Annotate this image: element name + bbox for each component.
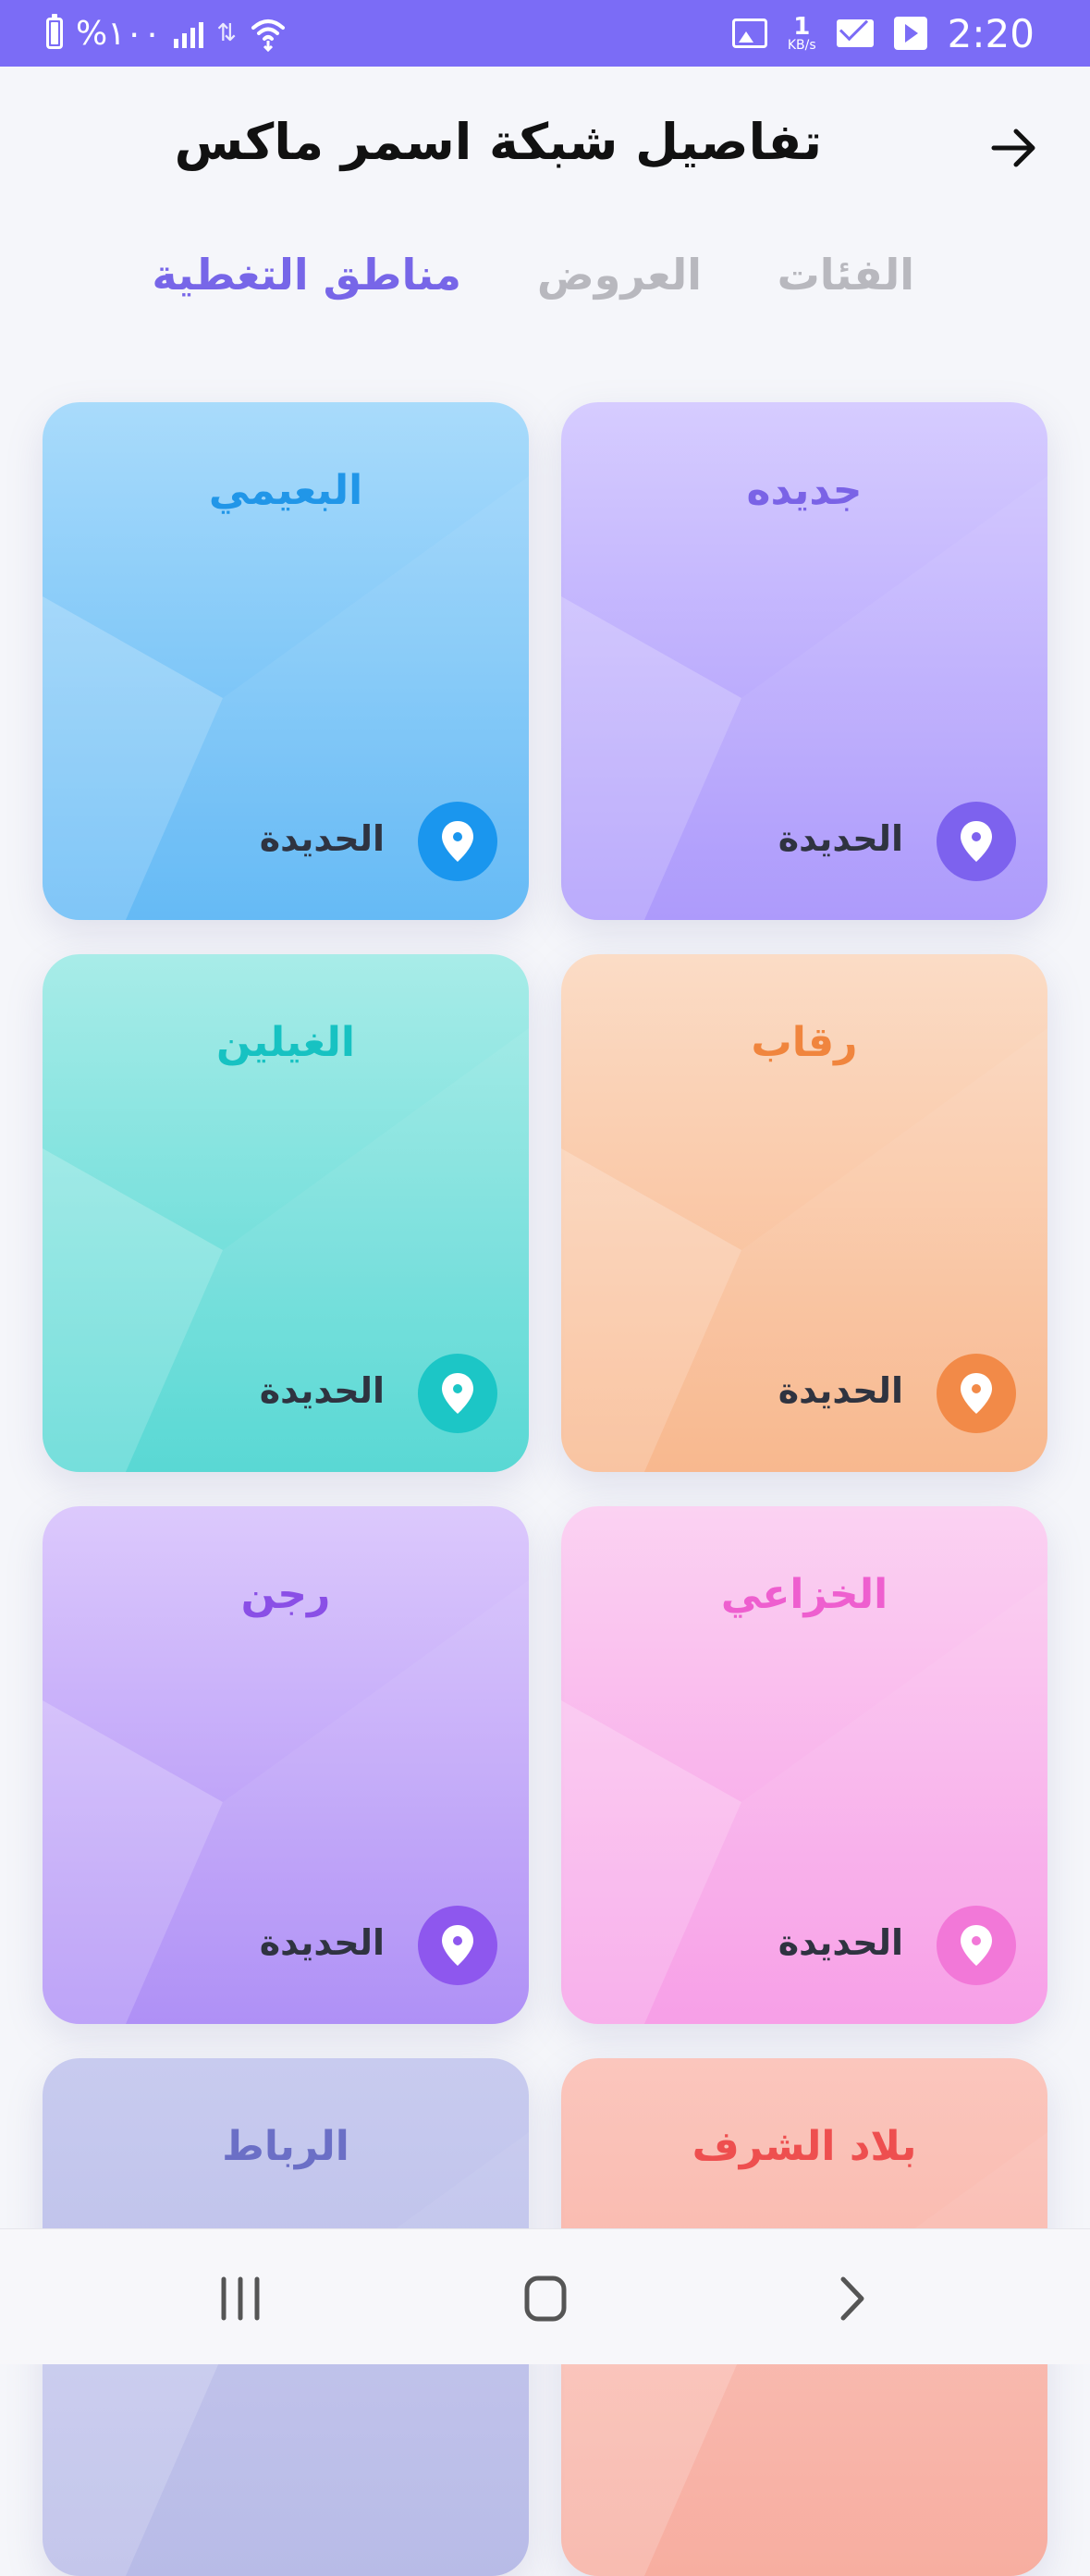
home-icon[interactable] — [508, 2266, 582, 2331]
location-pin-icon — [418, 802, 497, 881]
card-city: الحديدة — [778, 818, 903, 859]
location-pin-icon — [937, 1354, 1016, 1433]
card-city: الحديدة — [259, 1922, 385, 1963]
back-chevron-icon[interactable] — [814, 2266, 888, 2331]
card-title: الرباط — [222, 2123, 349, 2170]
card-title: رجن — [240, 1571, 331, 1618]
location-pin-icon — [937, 1906, 1016, 1985]
coverage-card[interactable]: البعيمي الحديدة — [43, 402, 529, 920]
location-pin-icon — [418, 1354, 497, 1433]
location-pin-icon — [937, 802, 1016, 881]
card-city: الحديدة — [778, 1922, 903, 1963]
card-title: الخزاعي — [720, 1571, 888, 1618]
coverage-card[interactable]: رقاب الحديدة — [561, 954, 1047, 1472]
card-title: جديده — [746, 467, 863, 514]
card-city: الحديدة — [778, 1370, 903, 1411]
coverage-card[interactable]: الغيلين الحديدة — [43, 954, 529, 1472]
coverage-card[interactable]: جديده الحديدة — [561, 402, 1047, 920]
coverage-card[interactable]: الخزاعي الحديدة — [561, 1506, 1047, 2024]
card-title: البعيمي — [208, 467, 363, 514]
navigation-bar — [0, 2228, 1090, 2364]
card-title: الغيلين — [216, 1019, 355, 1066]
location-pin-icon — [418, 1906, 497, 1985]
card-title: بلاد الشرف — [692, 2123, 917, 2170]
card-city: الحديدة — [259, 818, 385, 859]
coverage-grid: جديده الحديدة البعيمي الحديدة رقاب الحديدة الغ… — [0, 0, 1090, 2576]
card-city: الحديدة — [259, 1370, 385, 1411]
coverage-card[interactable]: رجن الحديدة — [43, 1506, 529, 2024]
card-title: رقاب — [751, 1019, 858, 1066]
recent-apps-icon[interactable] — [203, 2266, 277, 2331]
